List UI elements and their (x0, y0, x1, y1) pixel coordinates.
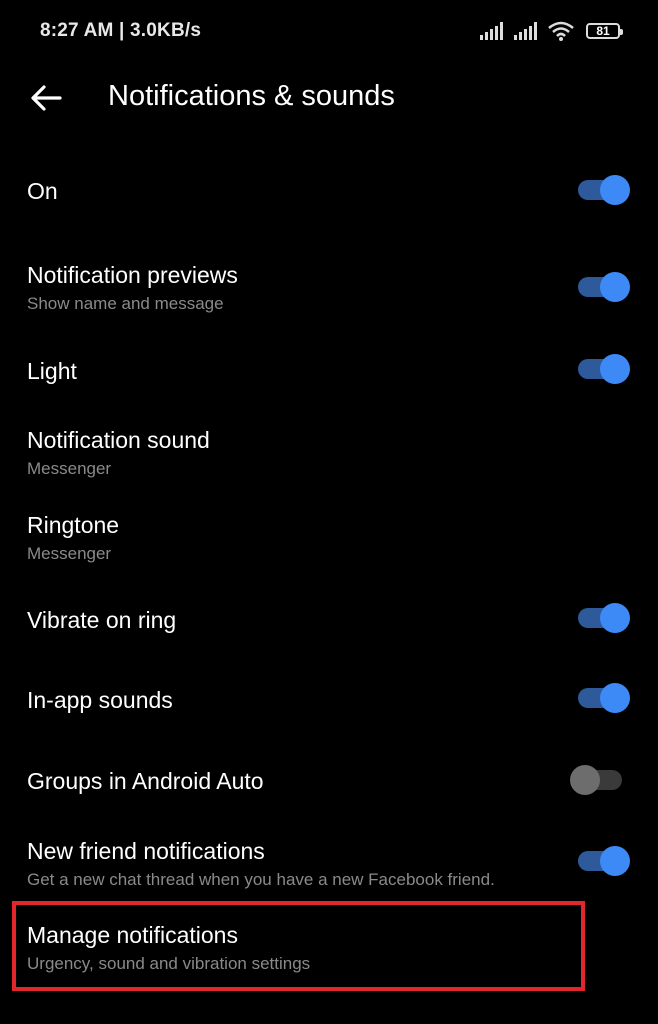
setting-row-on[interactable]: On (0, 160, 658, 220)
setting-row-notification-sound[interactable]: Notification sound Messenger (0, 415, 658, 485)
setting-subtitle: Urgency, sound and vibration settings (27, 954, 311, 973)
status-time-speed: 8:27 AM | 3.0KB/s (40, 20, 202, 41)
light-toggle[interactable] (578, 354, 630, 384)
vibrate-on-ring-toggle[interactable] (578, 603, 630, 633)
setting-label: Notification sound (27, 427, 210, 453)
setting-label: Notification previews (27, 262, 238, 288)
setting-label: On (27, 178, 58, 204)
setting-row-light[interactable]: Light (0, 340, 658, 400)
setting-row-vibrate-on-ring[interactable]: Vibrate on ring (0, 590, 658, 650)
wifi-icon (548, 21, 574, 41)
in-app-sounds-toggle[interactable] (578, 683, 630, 713)
setting-row-groups-android-auto[interactable]: Groups in Android Auto (0, 750, 658, 810)
groups-android-auto-toggle[interactable] (570, 765, 626, 795)
setting-subtitle: Messenger (27, 459, 112, 478)
new-friend-notifications-toggle[interactable] (578, 846, 630, 876)
status-bar: 8:27 AM | 3.0KB/s 81 (0, 0, 658, 62)
setting-row-new-friend-notifications[interactable]: New friend notifications Get a new chat … (0, 826, 658, 896)
arrow-left-icon (31, 85, 62, 111)
setting-subtitle: Show name and message (27, 294, 224, 313)
notification-previews-toggle[interactable] (578, 272, 630, 302)
signal-icon (480, 22, 503, 40)
setting-row-manage-notifications[interactable]: Manage notifications Urgency, sound and … (0, 910, 658, 980)
setting-label: Ringtone (27, 512, 120, 538)
setting-label: New friend notifications (27, 838, 265, 864)
setting-label: Manage notifications (27, 922, 238, 948)
on-toggle[interactable] (578, 175, 630, 205)
status-icons: 81 (480, 19, 623, 43)
battery-level: 81 (596, 24, 610, 38)
setting-subtitle: Messenger (27, 544, 112, 563)
page-title: Notifications & sounds (108, 80, 395, 112)
setting-subtitle: Get a new chat thread when you have a ne… (27, 870, 495, 889)
setting-label: Groups in Android Auto (27, 768, 264, 794)
app-bar: Notifications & sounds (0, 62, 658, 132)
setting-label: Light (27, 358, 77, 384)
setting-label: In-app sounds (27, 687, 173, 713)
signal-icon (514, 22, 537, 40)
battery-icon: 81 (586, 23, 623, 39)
setting-label: Vibrate on ring (27, 607, 177, 633)
setting-row-in-app-sounds[interactable]: In-app sounds (0, 670, 658, 730)
back-button[interactable] (24, 78, 68, 118)
setting-row-notification-previews[interactable]: Notification previews Show name and mess… (0, 250, 658, 320)
setting-row-ringtone[interactable]: Ringtone Messenger (0, 500, 658, 570)
